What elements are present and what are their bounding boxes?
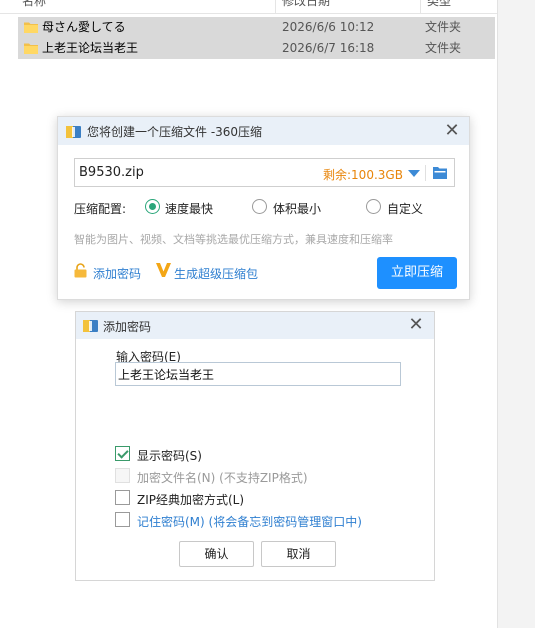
file-row[interactable]: 母さん愛してる 2026/6/6 10:12 文件夹 [18, 17, 495, 38]
compress-hint: 智能为图片、视频、文档等挑选最优压缩方式，兼具速度和压缩率 [74, 233, 393, 246]
lock-icon[interactable] [74, 263, 87, 278]
header-divider[interactable] [420, 0, 421, 13]
compress-dialog: 您将创建一个压缩文件 -360压缩 ✕ 剩余:100.3GB 压缩配置: 速度最… [57, 116, 470, 300]
file-name: 母さん愛してる [42, 20, 126, 34]
super-pack-v-icon[interactable] [156, 263, 171, 277]
window-gutter [497, 0, 535, 628]
password-dialog: 添加密码 ✕ 输入密码(E) 显示密码(S) 加密文件名(N) (不支持ZIP格… [75, 311, 435, 581]
archive-app-icon [66, 126, 81, 138]
file-date: 2026/6/7 16:18 [282, 41, 375, 55]
password-input[interactable] [115, 362, 401, 386]
remember-password-checkbox[interactable] [115, 512, 130, 527]
file-name: 上老王论坛当老王 [42, 41, 139, 55]
radio-fastest-label[interactable]: 速度最快 [165, 200, 213, 217]
archive-name-field[interactable]: 剩余:100.3GB [74, 158, 455, 187]
radio-smallest-label[interactable]: 体积最小 [273, 200, 321, 217]
browse-folder-icon[interactable] [433, 166, 447, 179]
radio-fastest[interactable] [145, 199, 160, 214]
compress-dialog-titlebar[interactable]: 您将创建一个压缩文件 -360压缩 ✕ [58, 117, 469, 145]
compress-dialog-title: 您将创建一个压缩文件 -360压缩 [87, 125, 263, 139]
folder-icon [24, 43, 38, 54]
remember-password-label[interactable]: 记住密码(M) (将会备忘到密码管理窗口中) [137, 513, 362, 530]
super-pack-link[interactable]: 生成超级压缩包 [174, 265, 258, 282]
file-type: 文件夹 [425, 20, 462, 34]
header-name[interactable]: 名称 [22, 0, 46, 9]
show-password-checkbox[interactable] [115, 446, 130, 461]
header-divider[interactable] [275, 0, 276, 13]
cancel-button[interactable]: 取消 [261, 541, 336, 567]
radio-custom-label[interactable]: 自定义 [387, 200, 423, 217]
radio-smallest[interactable] [252, 199, 267, 214]
column-header: 名称 修改日期 类型 [0, 0, 497, 14]
archive-name-input[interactable] [79, 165, 279, 180]
file-date: 2026/6/6 10:12 [282, 20, 375, 34]
password-dialog-titlebar[interactable]: 添加密码 ✕ [76, 312, 434, 339]
file-row[interactable]: 上老王论坛当老王 2026/6/7 16:18 文件夹 [18, 38, 495, 59]
compress-config-label: 压缩配置: [74, 202, 127, 216]
add-password-link[interactable]: 添加密码 [93, 265, 141, 282]
close-icon[interactable]: ✕ [441, 120, 463, 142]
compress-now-button[interactable]: 立即压缩 [377, 257, 457, 289]
zip-classic-encryption-checkbox[interactable] [115, 490, 130, 505]
header-type[interactable]: 类型 [427, 0, 451, 9]
file-type: 文件夹 [425, 41, 462, 55]
archive-app-icon [83, 320, 98, 332]
encrypt-filenames-label: 加密文件名(N) (不支持ZIP格式) [137, 471, 308, 485]
encrypt-filenames-checkbox [115, 468, 130, 483]
header-date[interactable]: 修改日期 [282, 0, 330, 9]
close-icon[interactable]: ✕ [405, 314, 427, 336]
show-password-label[interactable]: 显示密码(S) [137, 447, 202, 464]
remaining-space: 剩余:100.3GB [323, 168, 403, 182]
zip-classic-encryption-label[interactable]: ZIP经典加密方式(L) [137, 491, 244, 508]
field-divider [425, 165, 426, 181]
chevron-down-icon[interactable] [408, 170, 420, 177]
folder-icon [24, 22, 38, 33]
password-dialog-title: 添加密码 [103, 320, 152, 334]
ok-button[interactable]: 确认 [179, 541, 254, 567]
radio-custom[interactable] [366, 199, 381, 214]
